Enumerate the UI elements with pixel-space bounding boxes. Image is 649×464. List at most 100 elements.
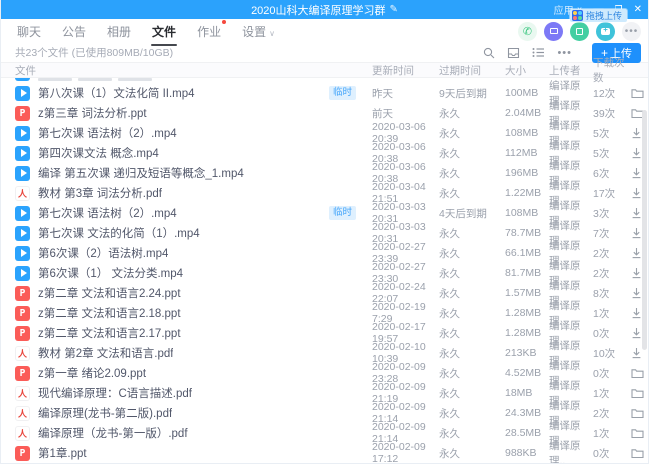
file-count-summary: 共23个文件 (已使用809MB/10GB): [15, 45, 173, 60]
download-icon[interactable]: [631, 347, 642, 359]
open-folder-icon[interactable]: [631, 407, 644, 419]
file-type-icon: P: [15, 286, 30, 301]
file-size: 66.1MB: [505, 247, 549, 259]
expire-time: 永久: [439, 286, 505, 301]
open-folder-icon[interactable]: [631, 427, 644, 439]
file-name[interactable]: 编译原理(龙书-第二版).pdf: [38, 405, 172, 421]
tab-settings[interactable]: 设置∨: [240, 20, 277, 43]
download-manager-icon[interactable]: [507, 47, 520, 59]
expire-time: 9天后到期: [439, 86, 505, 101]
tab-files[interactable]: 文件: [150, 20, 178, 43]
col-header-updated[interactable]: 更新时间: [372, 63, 439, 78]
file-type-icon: P: [15, 106, 30, 121]
file-name[interactable]: z第二章 文法和语言2.18.ppt: [38, 305, 181, 321]
download-icon[interactable]: [631, 187, 642, 199]
download-icon[interactable]: [631, 127, 642, 139]
file-name[interactable]: [38, 78, 152, 81]
open-folder-icon[interactable]: [631, 78, 644, 79]
file-name[interactable]: z第二章 文法和语言2.24.ppt: [38, 285, 181, 301]
tab-label: 聊天: [17, 25, 41, 39]
file-name[interactable]: 第七次课 语法树（2）.mp4: [38, 205, 177, 221]
tab-album[interactable]: 相册: [105, 20, 133, 43]
voice-call-icon[interactable]: ✆: [518, 22, 537, 41]
download-icon[interactable]: [631, 147, 642, 159]
tab-homework[interactable]: 作业: [195, 20, 223, 43]
download-count: 1次: [593, 306, 631, 321]
file-name[interactable]: z第一章 绪论2.09.ppt: [38, 365, 146, 381]
edit-title-icon[interactable]: ✎: [390, 4, 398, 15]
toolbar: 共23个文件 (已使用809MB/10GB) ••• + 上传: [1, 43, 648, 62]
new-topic-icon[interactable]: [596, 22, 615, 41]
file-name[interactable]: 第1章.ppt: [38, 445, 87, 461]
file-name[interactable]: z第二章 文法和语言2.17.ppt: [38, 325, 181, 341]
download-icon[interactable]: [631, 167, 642, 179]
download-count: 0次: [593, 326, 631, 341]
download-icon[interactable]: [631, 207, 642, 219]
list-view-icon[interactable]: [532, 47, 545, 58]
tab-label: 公告: [62, 25, 86, 39]
col-header-uploader[interactable]: 上传者: [549, 63, 593, 78]
file-size: 28.5MB: [505, 427, 549, 439]
file-type-icon: [15, 206, 30, 221]
download-icon[interactable]: [631, 227, 642, 239]
group-title: 2020山科大编译原理学习群: [251, 2, 385, 18]
updated-time: 昨天: [372, 86, 439, 101]
search-icon[interactable]: [483, 47, 495, 59]
apps-icon[interactable]: [570, 22, 589, 41]
file-type-icon: [15, 126, 30, 141]
expire-time: 永久: [439, 166, 505, 181]
close-button[interactable]: ✕: [634, 5, 642, 15]
download-icon[interactable]: [631, 247, 642, 259]
file-name[interactable]: 现代编译原理：C语言描述.pdf: [38, 385, 192, 401]
open-folder-icon[interactable]: [631, 367, 644, 379]
table-row[interactable]: P 第1章.ppt 2020-02-09 17:12 永久 988KB 编译原理…: [1, 443, 648, 463]
drag-upload-tooltip[interactable]: 拖拽上传: [570, 9, 627, 22]
col-header-expires[interactable]: 过期时间: [439, 63, 505, 78]
download-count: 0次: [593, 366, 631, 381]
more-icon[interactable]: •••: [622, 22, 641, 41]
tab-notice[interactable]: 公告: [60, 20, 88, 43]
tab-chat[interactable]: 聊天: [15, 20, 43, 43]
col-header-size[interactable]: 大小: [505, 63, 549, 78]
download-icon[interactable]: [631, 327, 642, 339]
file-type-icon: [15, 146, 30, 161]
file-type-icon: P: [15, 446, 30, 461]
expire-time: 永久: [439, 246, 505, 261]
file-type-icon: [15, 266, 30, 281]
file-size: 1.28MB: [505, 307, 549, 319]
download-count: 6次: [593, 166, 631, 181]
file-name[interactable]: 编译原理（龙书-第一版）.pdf: [38, 425, 188, 441]
file-name[interactable]: z第三章 词法分析.ppt: [38, 105, 147, 121]
file-size: 112MB: [505, 147, 549, 159]
file-name[interactable]: 第6次课（2）语法树.mp4: [38, 245, 168, 261]
file-name[interactable]: 第七次课 文法的化简（1）.mp4: [38, 225, 200, 241]
expire-time: 永久: [439, 126, 505, 141]
scrollbar[interactable]: [642, 110, 647, 350]
open-folder-icon[interactable]: [631, 447, 644, 459]
download-icon[interactable]: [631, 287, 642, 299]
screen-share-icon[interactable]: [544, 22, 563, 41]
file-name[interactable]: 第七次课 语法树（2）.mp4: [38, 125, 177, 141]
expire-time: 永久: [439, 346, 505, 361]
file-size: 1.28MB: [505, 327, 549, 339]
file-name[interactable]: 编译 第五次课 递归及短语等概念_1.mp4: [38, 165, 244, 181]
file-type-icon: P: [15, 306, 30, 321]
download-icon[interactable]: [631, 307, 642, 319]
file-name[interactable]: 第6次课（1） 文法分类.mp4: [38, 265, 183, 281]
download-count: 5次: [593, 146, 631, 161]
download-icon[interactable]: [631, 267, 642, 279]
more-tools-icon[interactable]: •••: [557, 47, 572, 59]
open-folder-icon[interactable]: [631, 387, 644, 399]
col-header-file[interactable]: 文件: [15, 63, 372, 78]
file-name[interactable]: 第八次课（1）文法化简 II.mp4: [38, 85, 195, 101]
file-name[interactable]: 教材 第2章 文法和语言.pdf: [38, 345, 173, 361]
open-folder-icon[interactable]: [631, 87, 644, 99]
clipped-text: [38, 78, 152, 81]
file-name[interactable]: 教材 第3章 词法分析.pdf: [38, 185, 162, 201]
file-type-icon: 人: [15, 186, 30, 201]
file-size: 4.52MB: [505, 367, 549, 379]
file-size: 81.7MB: [505, 267, 549, 279]
expire-time: 永久: [439, 266, 505, 281]
file-name[interactable]: 第四次课文法 概念.mp4: [38, 145, 159, 161]
file-type-icon: 人: [15, 406, 30, 421]
